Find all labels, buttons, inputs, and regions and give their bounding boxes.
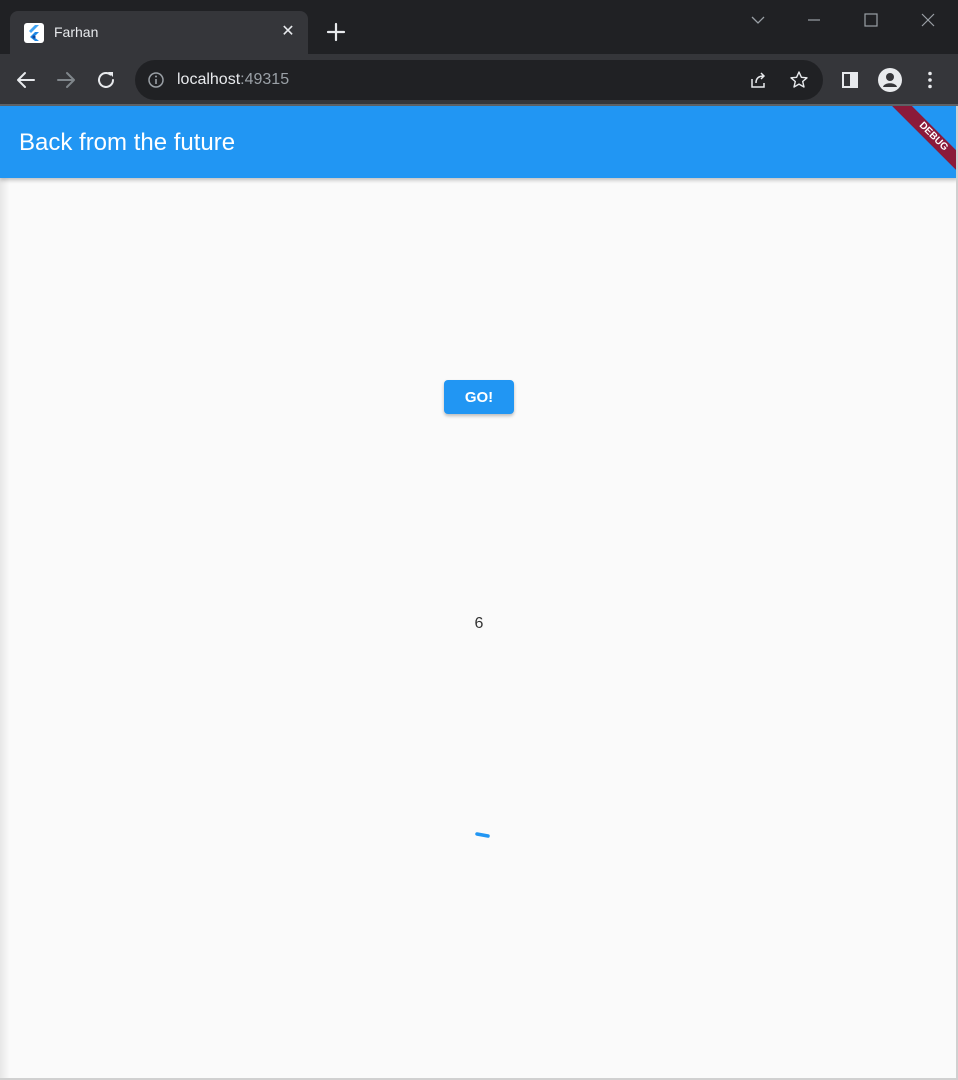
share-icon[interactable] — [749, 70, 769, 90]
forward-arrow-icon[interactable] — [54, 68, 78, 92]
address-bar[interactable]: localhost:49315 — [135, 60, 823, 100]
url-port: :49315 — [240, 71, 290, 88]
app-bar: Back from the future — [0, 106, 958, 178]
close-icon[interactable] — [916, 8, 940, 32]
browser-window: Farhan ✕ localhost:49315 Back from the f… — [0, 0, 958, 1080]
go-button[interactable]: GO! — [444, 380, 514, 414]
profile-avatar-icon[interactable] — [878, 68, 902, 92]
side-panel-icon[interactable] — [838, 68, 862, 92]
info-icon[interactable] — [147, 71, 165, 89]
url-text[interactable]: localhost:49315 — [177, 71, 289, 89]
browser-toolbar: localhost:49315 — [0, 54, 958, 106]
page-title: Back from the future — [19, 129, 236, 156]
tab-close-icon[interactable]: ✕ — [278, 22, 298, 42]
reload-icon[interactable] — [94, 68, 118, 92]
result-value: 6 — [474, 615, 484, 632]
tab-strip: Farhan ✕ — [0, 0, 958, 54]
chevron-down-icon[interactable] — [746, 8, 770, 32]
menu-kebab-icon[interactable] — [918, 68, 942, 92]
bookmark-star-icon[interactable] — [789, 70, 809, 90]
flutter-logo-icon — [24, 23, 44, 43]
minimize-icon[interactable] — [802, 8, 826, 32]
loading-spinner-icon — [470, 822, 494, 846]
maximize-icon[interactable] — [859, 8, 883, 32]
tab-title: Farhan — [54, 24, 99, 40]
back-arrow-icon[interactable] — [14, 68, 38, 92]
url-host: localhost — [177, 71, 241, 88]
new-tab-icon[interactable] — [324, 20, 348, 44]
browser-tab[interactable]: Farhan ✕ — [10, 11, 308, 54]
